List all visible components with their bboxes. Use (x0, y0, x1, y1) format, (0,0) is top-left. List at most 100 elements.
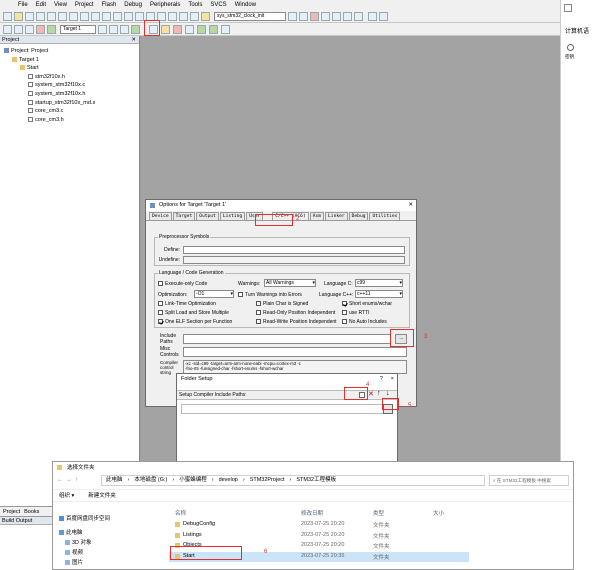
column-header[interactable]: 大小 (433, 509, 444, 517)
debug-session-icon[interactable] (310, 11, 319, 21)
window-icon[interactable] (564, 4, 572, 12)
enable-breakpoint-icon[interactable] (332, 11, 341, 21)
define-input[interactable] (183, 246, 405, 254)
no-auto-option[interactable]: No Auto Includes (342, 319, 387, 325)
use-rtti-checkbox[interactable] (342, 310, 347, 316)
nav-item[interactable]: 此电脑 (59, 528, 83, 536)
manage-components-icon[interactable] (109, 24, 118, 34)
short-enums-checkbox[interactable] (342, 301, 347, 307)
stop-icon[interactable] (173, 24, 182, 34)
move-up-icon[interactable]: ↑ (377, 390, 381, 397)
breadcrumb-segment[interactable]: STM32工程模板 (296, 476, 336, 485)
help-icon[interactable]: ? (380, 374, 383, 385)
select-pack-icon[interactable] (131, 24, 140, 34)
tab-debug[interactable]: Debug (348, 212, 369, 220)
translate-file-icon[interactable] (161, 24, 170, 34)
menu-file[interactable]: File (18, 2, 28, 8)
column-header[interactable]: 修改日期 (301, 509, 323, 517)
nav-item[interactable]: 3D 对象 (65, 538, 92, 546)
tab-asm[interactable]: Asm (309, 212, 325, 220)
execute-only-option[interactable]: Execute-only Code (158, 281, 207, 287)
plain-char-checkbox[interactable] (256, 301, 261, 307)
one-elf-option[interactable]: One ELF Section per Function (158, 319, 232, 325)
configure-icon[interactable] (379, 11, 388, 21)
download-icon[interactable] (47, 24, 56, 34)
tab-project[interactable]: Project (3, 509, 20, 515)
close-icon[interactable]: ✕ (131, 36, 136, 43)
split-load-checkbox[interactable] (158, 310, 163, 316)
column-header[interactable]: 类型 (373, 509, 384, 517)
short-enums-option[interactable]: Short enums/wchar (342, 301, 392, 307)
undo-icon[interactable] (80, 11, 89, 21)
find-icon[interactable] (288, 11, 297, 21)
run-to-cursor-icon[interactable] (221, 24, 230, 34)
tree-item[interactable]: system_stm32f10x.c (0, 81, 139, 90)
one-elf-checkbox[interactable] (158, 319, 163, 325)
split-load-option[interactable]: Split Load and Store Multiple (158, 310, 229, 316)
translate-icon[interactable] (3, 24, 12, 34)
breadcrumb-segment[interactable]: 本地磁盘 (G:) (134, 476, 167, 485)
menu-edit[interactable]: Edit (36, 2, 46, 8)
tree-item[interactable]: stm32f10x.h (0, 73, 139, 82)
breadcrumb[interactable]: 此电脑 › 本地磁盘 (G:) › 小蜜蜂编程 › develop › STM32Project… (101, 475, 485, 486)
tab-linker[interactable]: Linker (325, 212, 348, 220)
menu-svcs[interactable]: SVCS (210, 2, 226, 8)
forward-arrow-icon[interactable]: → (66, 477, 75, 483)
manage-project-items-icon[interactable] (185, 24, 194, 34)
menu-view[interactable]: View (54, 2, 67, 8)
rw-pos-option[interactable]: Read-Write Position Independent (256, 319, 337, 325)
breadcrumb-segment[interactable]: 此电脑 (106, 476, 123, 485)
move-down-icon[interactable]: ↓ (386, 390, 390, 397)
undefine-input[interactable] (183, 256, 405, 264)
plain-char-option[interactable]: Plain Char is Signed (256, 301, 308, 307)
organize-button[interactable]: 组织 ▾ (59, 490, 74, 501)
tree-item[interactable]: Project: Project (0, 47, 139, 56)
tab-device[interactable]: Device (149, 212, 172, 220)
menu-peripherals[interactable]: Peripherals (150, 2, 180, 8)
no-auto-checkbox[interactable] (342, 319, 347, 325)
nav-back-icon[interactable] (102, 11, 111, 21)
disable-breakpoints-icon[interactable] (343, 11, 352, 21)
insert-breakpoint-icon[interactable] (321, 11, 330, 21)
include-paths-input[interactable] (183, 334, 391, 344)
breadcrumb-segment[interactable]: 小蜜蜂编程 (179, 476, 207, 485)
copy-icon[interactable] (58, 11, 67, 21)
use-rtti-option[interactable]: use RTTI (342, 310, 369, 316)
dialog-close-icon[interactable]: ✕ (408, 200, 413, 211)
tree-item[interactable]: Start (0, 64, 139, 73)
search-box[interactable]: ⌕ 在 STM32工程模板 中搜索 (489, 475, 569, 486)
rw-pos-checkbox[interactable] (256, 319, 261, 325)
breadcrumb-segment[interactable]: STM32Project (250, 476, 285, 485)
bookmark-prev-icon[interactable] (135, 11, 144, 21)
tab-output[interactable]: Output (196, 212, 219, 220)
optimization-select[interactable]: -O1 ▾ (194, 290, 234, 298)
tab-utilities[interactable]: Utilities (369, 212, 401, 220)
turn-warnings-checkbox[interactable] (238, 292, 243, 298)
stop-build-icon[interactable] (36, 24, 45, 34)
target-options-icon[interactable] (98, 24, 107, 34)
back-arrow-icon[interactable]: ← (57, 477, 66, 483)
tab-target[interactable]: Target (172, 212, 196, 220)
tree-item[interactable]: system_stm32f10x.h (0, 90, 139, 99)
incremental-find-icon[interactable] (299, 11, 308, 21)
kill-breakpoints-icon[interactable] (354, 11, 363, 21)
rebuild-icon[interactable] (25, 24, 34, 34)
menu-debug[interactable]: Debug (124, 2, 142, 8)
unindent-icon[interactable] (168, 11, 177, 21)
warnings-select[interactable]: All Warnings ▾ (264, 279, 316, 287)
ro-pos-checkbox[interactable] (256, 310, 261, 316)
save-icon[interactable] (25, 11, 34, 21)
language-c-select[interactable]: c99 ▾ (355, 279, 403, 287)
nav-item[interactable]: 百度网盘同步空间 (59, 514, 110, 522)
nav-item[interactable]: 图片 (65, 558, 83, 566)
misc-controls-input[interactable] (183, 347, 407, 357)
up-arrow-icon[interactable]: ↑ (75, 477, 81, 483)
execute-only-checkbox[interactable] (158, 281, 163, 287)
window-layout-icon[interactable] (368, 11, 377, 21)
bookmark-icon[interactable] (124, 11, 133, 21)
lto-checkbox[interactable] (158, 301, 163, 307)
nav-item[interactable]: 视频 (65, 548, 83, 556)
find-in-files-icon[interactable] (201, 11, 210, 21)
file-extensions-icon[interactable] (120, 24, 129, 34)
comment-icon[interactable] (179, 11, 188, 21)
